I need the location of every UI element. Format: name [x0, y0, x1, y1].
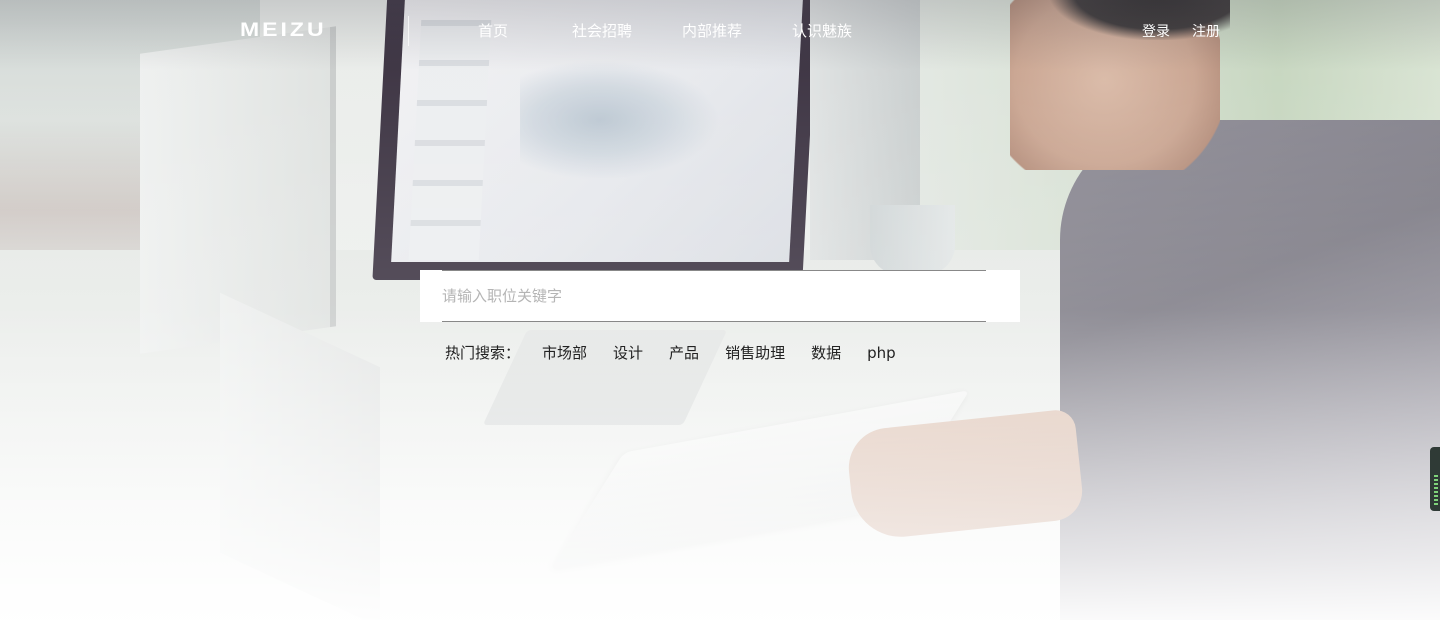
- nav-item-social-recruitment[interactable]: 社会招聘: [572, 20, 632, 41]
- site-header: MEIZU 首页 社会招聘 内部推荐 认识魅族 登录 注册: [0, 0, 1440, 62]
- hero-banner: MEIZU 首页 社会招聘 内部推荐 认识魅族 登录 注册 热门搜索： 市场部 设计…: [0, 0, 1440, 620]
- hot-search-link[interactable]: 产品: [669, 342, 699, 363]
- hot-search-link[interactable]: 数据: [811, 342, 841, 363]
- register-link[interactable]: 注册: [1192, 21, 1220, 41]
- hot-search-bar: 热门搜索： 市场部 设计 产品 销售助理 数据 php: [445, 342, 922, 363]
- login-link[interactable]: 登录: [1142, 21, 1170, 41]
- side-floating-widget[interactable]: [1430, 447, 1440, 511]
- search-box: [420, 270, 1020, 322]
- job-search-input[interactable]: [442, 270, 986, 322]
- nav-item-about-meizu[interactable]: 认识魅族: [792, 20, 852, 41]
- hot-search-label: 热门搜索：: [445, 344, 521, 362]
- hot-search-link[interactable]: 设计: [613, 342, 643, 363]
- nav-item-home[interactable]: 首页: [478, 20, 508, 41]
- nav-item-internal-referral[interactable]: 内部推荐: [682, 20, 742, 41]
- meizu-logo[interactable]: MEIZU: [240, 18, 327, 41]
- hot-search-link[interactable]: 销售助理: [725, 342, 785, 363]
- hot-search-link[interactable]: 市场部: [542, 342, 587, 363]
- header-divider: [408, 16, 409, 46]
- hot-search-link[interactable]: php: [867, 344, 896, 362]
